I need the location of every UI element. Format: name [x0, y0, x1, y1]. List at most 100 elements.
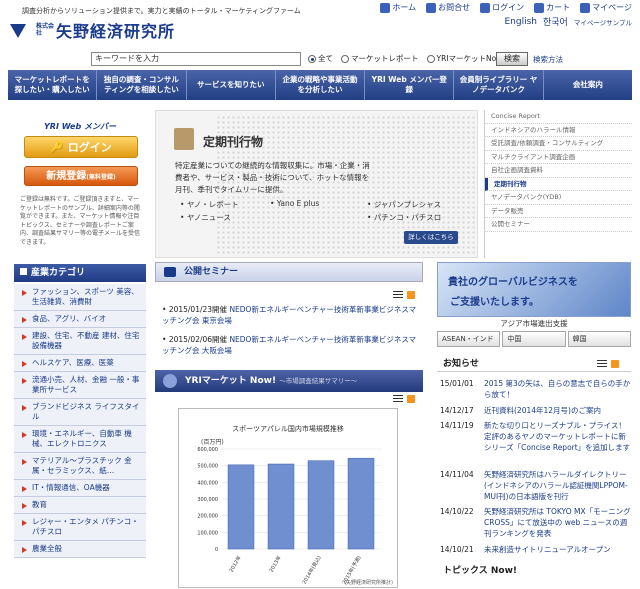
speech-icon	[164, 267, 176, 277]
feature-title: 定期刊行物	[203, 135, 264, 149]
category-item[interactable]: 流通小売、人材、金融 一般・事業所サービス	[14, 372, 146, 399]
news-item[interactable]: 14/10/21 未来創造サイトリニューアルオープン	[440, 544, 632, 555]
list-icon[interactable]	[597, 360, 607, 368]
banner-line1: 貴社のグローバルビジネスを	[448, 277, 578, 288]
home-link[interactable]: ホーム	[380, 2, 416, 13]
news-link[interactable]: 矢野経済研究所はハラールダイレクトリー(インドネシアのハラール認証機関LPPOM…	[484, 469, 632, 502]
news-link[interactable]: 矢野経済研究所は TOKYO MX「モーニングCROSS」にて放送中の web …	[484, 506, 632, 539]
menu-consulting[interactable]: 受託調査/依頼調査・コンサルティング	[485, 137, 632, 151]
news-item[interactable]: 14/11/19 新たな切り口とリーズナブル・プライス！定評のあるヤノのマーケット…	[440, 420, 632, 453]
rss-icon[interactable]	[407, 395, 415, 403]
feature-bullet[interactable]: • ジャパンプレシャス	[367, 199, 441, 210]
market-chart[interactable]: スポーツアパレル国内市場規模推移 (百万円) 600,000 500,000 400…	[178, 408, 398, 588]
category-item[interactable]: 建設、住宅、不動産 建材、住宅設備機器	[14, 328, 146, 355]
menu-multiclient[interactable]: マルチクライアント調査企画	[485, 151, 632, 164]
list-icon[interactable]	[393, 291, 403, 299]
news-item[interactable]: 14/11/04 矢野経済研究所はハラールダイレクトリー(インドネシアのハラール認…	[440, 469, 632, 502]
login-button[interactable]: 🔑 ログイン	[24, 136, 138, 158]
category-square-icon	[20, 268, 27, 275]
menu-halal[interactable]: インドネシアのハラール情報	[485, 124, 632, 137]
seminar-item[interactable]: • 2015/02/06開催 NEDO新エネルギーベンチャー技術革新事業ビジネス…	[162, 334, 422, 356]
contact-link[interactable]: お問合せ	[426, 2, 470, 13]
category-item[interactable]: 食品、アグリ、バイオ	[14, 311, 146, 328]
tab-korea[interactable]: 韓国	[567, 331, 631, 347]
mypage-link[interactable]: マイページ	[580, 2, 632, 13]
korean-link[interactable]: 한국어	[543, 15, 568, 28]
mypage-icon	[580, 2, 591, 13]
y-tick-label: 400,000	[197, 480, 218, 486]
global-business-banner[interactable]: 貴社のグローバルビジネスを ご支援いたします。	[437, 262, 631, 317]
category-item[interactable]: 教育	[14, 497, 146, 514]
tab-asean-india[interactable]: ASEAN・インド	[437, 331, 501, 347]
news-date: 14/12/17	[440, 406, 474, 415]
menu-concise-report[interactable]: Concise Report	[485, 110, 632, 124]
login-link[interactable]: ログイン	[480, 2, 524, 13]
news-link[interactable]: 近刊資料(2014年12月号)のご案内	[484, 405, 632, 416]
category-item[interactable]: 農業全般	[14, 541, 146, 558]
category-item[interactable]: ブランドビジネス ライフスタイル	[14, 399, 146, 426]
feature-bullet[interactable]: • ヤノ・レポート	[180, 199, 239, 210]
search-button[interactable]: 検索	[496, 52, 528, 66]
menu-data-sales[interactable]: データ販売	[485, 205, 632, 218]
details-button[interactable]: 詳しくはこちら	[404, 231, 458, 244]
rss-icon[interactable]	[407, 291, 415, 299]
nav-market-report[interactable]: マーケットレポートを探したい・購入したい	[8, 70, 98, 100]
y-tick-label: 600,000	[197, 447, 218, 453]
feature-bullet[interactable]: • Yano E plus	[270, 199, 319, 208]
menu-seminars[interactable]: 公開セミナー	[485, 218, 632, 232]
register-button[interactable]: 新規登録(無料登録)	[24, 166, 138, 186]
list-icon[interactable]	[393, 395, 403, 403]
chart-svg: スポーツアパレル国内市場規模推移 (百万円) 600,000 500,000 400…	[197, 424, 393, 586]
login-icon	[480, 2, 491, 13]
news-link[interactable]: 2015 第3の矢は、自らの意志で自らの手から放て！	[484, 378, 632, 400]
category-title: 産業カテゴリ	[31, 268, 86, 278]
nav-databank[interactable]: 会員制ライブラリー ヤノデータバンク	[454, 70, 544, 100]
nav-company[interactable]: 会社案内	[544, 70, 632, 100]
english-link[interactable]: English	[504, 17, 537, 27]
rss-icon[interactable]	[611, 360, 619, 368]
category-item[interactable]: IT・情報通信、OA機器	[14, 480, 146, 497]
news-item[interactable]: 14/12/17 近刊資料(2014年12月号)のご案内	[440, 405, 632, 416]
news-link[interactable]: 新たな切り口とリーズナブル・プライス！定評のあるヤノのマーケットレポートに新シリ…	[484, 420, 632, 453]
mypage-sample-link[interactable]: マイページサンプル	[574, 17, 632, 27]
feature-bullet[interactable]: • パチンコ・パチスロ	[367, 212, 441, 223]
search-help-link[interactable]: 検索方法	[533, 54, 563, 65]
nav-member-register[interactable]: YRI Web メンバー登録	[365, 70, 455, 100]
nav-services[interactable]: サービスを知りたい	[187, 70, 276, 100]
menu-ydb[interactable]: ヤノデータバンク(YDB)	[485, 191, 632, 205]
tab-china[interactable]: 中国	[502, 331, 566, 347]
chart-bar	[307, 460, 335, 550]
chart-note: (矢野経済研究所推計)	[344, 579, 393, 586]
scope-report-radio[interactable]: マーケットレポート	[341, 53, 419, 64]
company-logo[interactable]: 株式会社 矢野経済研究所	[10, 18, 175, 42]
topics-heading: トピックス Now!	[443, 566, 517, 576]
news-date: 14/11/04	[440, 470, 474, 479]
category-item[interactable]: ファッション、スポーツ 美容、生活雑貨、消費財	[14, 284, 146, 311]
seminar-title: 公開セミナー	[184, 267, 239, 277]
market-now-heading: YRIマーケット Now! 〜市場調査結果サマリー〜	[155, 370, 423, 392]
menu-own-reports[interactable]: 自社企画調査資料	[485, 164, 632, 178]
logo-text: 矢野経済研究所	[56, 22, 176, 41]
news-item[interactable]: 14/10/22 矢野経済研究所は TOKYO MX「モーニングCROSS」にて放…	[440, 506, 632, 539]
chart-bar	[347, 457, 375, 550]
chart-bar	[227, 464, 255, 550]
feature-bullet[interactable]: • ヤノニュース	[180, 212, 231, 223]
global-nav: マーケットレポートを探したい・購入したい 独自の調査・コンサルティングを相談した…	[8, 70, 632, 100]
cart-link[interactable]: カート	[534, 2, 570, 13]
news-feed-icons	[597, 360, 619, 368]
category-item[interactable]: ヘルスケア、医療、医薬	[14, 355, 146, 372]
category-item[interactable]: マテリアル〜プラスチック 金属・セラミックス、紙…	[14, 453, 146, 480]
search-input[interactable]: キーワードを入力	[91, 52, 301, 66]
menu-periodicals[interactable]: 定期刊行物	[485, 177, 632, 191]
scope-all-radio[interactable]: 全て	[308, 53, 333, 64]
nav-analysis[interactable]: 企業の戦略や事業活動を分析したい	[276, 70, 366, 100]
seminar-item[interactable]: • 2015/01/23開催 NEDO新エネルギーベンチャー技術革新事業ビジネス…	[162, 304, 422, 326]
scope-report-label: マーケットレポート	[351, 54, 419, 63]
news-item[interactable]: 15/01/01 2015 第3の矢は、自らの意志で自らの手から放て！	[440, 378, 632, 400]
category-item[interactable]: レジャー・エンタメ パチンコ・パチスロ	[14, 514, 146, 541]
member-title: YRI Web メンバー	[44, 122, 116, 131]
category-item[interactable]: 環境・エネルギー、自動車 機械、エレクトロニクス	[14, 426, 146, 453]
nav-consulting[interactable]: 独自の調査・コンサルティングを相談したい	[97, 70, 187, 100]
y-tick-label: 300,000	[197, 497, 218, 503]
news-link[interactable]: 未来創造サイトリニューアルオープン	[484, 544, 632, 555]
